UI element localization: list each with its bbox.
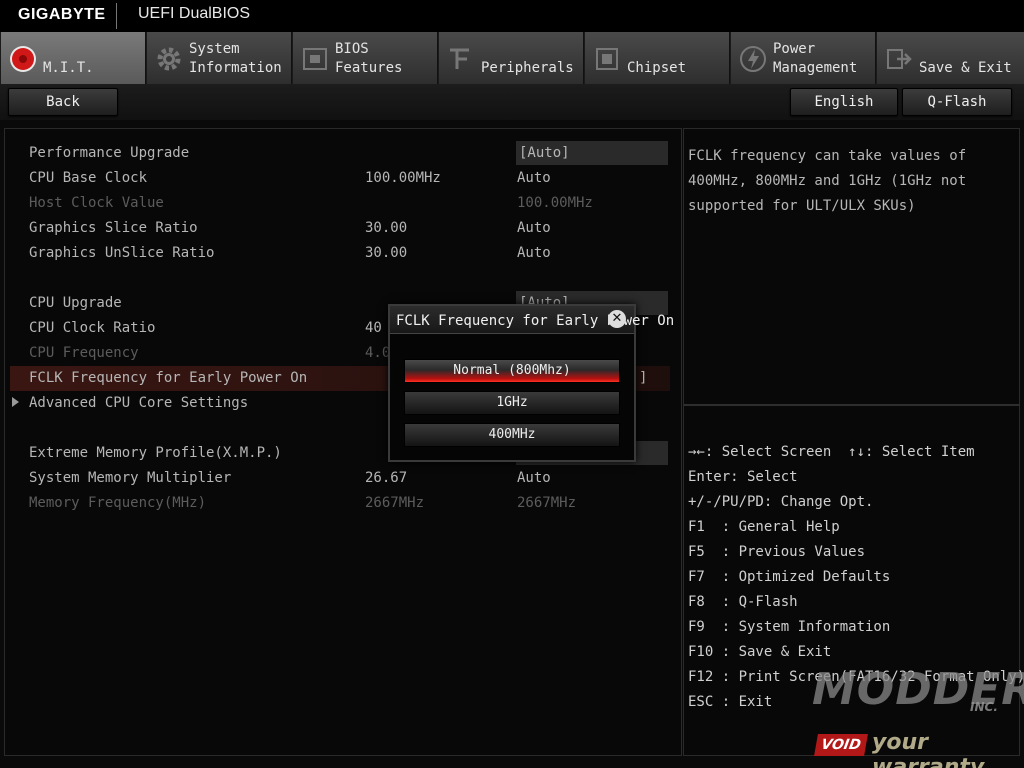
fclk-options-dialog: FCLK Frequency for Early Power On ✕ Norm…	[388, 304, 674, 462]
setting-label: Performance Upgrade	[29, 145, 190, 161]
dialog-title: FCLK Frequency for Early Power On	[396, 313, 675, 329]
setting-label: CPU Clock Ratio	[29, 320, 156, 336]
product-name: UEFI DualBIOS	[138, 5, 251, 22]
title-divider	[116, 3, 117, 29]
setting-graphics-slice-ratio[interactable]: Graphics Slice Ratio 30.00 Auto	[10, 216, 670, 241]
setting-label: CPU Upgrade	[29, 295, 122, 311]
setting-current-value: 30.00	[365, 220, 408, 236]
watermark-suffix: INC.	[970, 700, 998, 714]
main-tab-bar: M.I.T. System Information BIOS Features …	[0, 32, 1024, 84]
setting-label: Memory Frequency(MHz)	[29, 495, 207, 511]
setting-option-box[interactable]: [Auto]	[516, 141, 668, 165]
help-divider	[684, 404, 1020, 406]
setting-label: Host Clock Value	[29, 195, 164, 211]
setting-current-value: 2667MHz	[365, 495, 425, 511]
setting-option: 2667MHz	[517, 495, 577, 511]
language-button[interactable]: English	[790, 88, 898, 116]
setting-current-value: 40	[365, 320, 382, 336]
brand-logo: GIGABYTE	[18, 6, 106, 23]
key-hint: F9 : System Information	[688, 619, 891, 635]
setting-option: 100.00MHz	[517, 195, 593, 211]
bios-chip-icon	[303, 48, 327, 70]
setting-option: Auto	[517, 170, 551, 186]
setting-label: System Memory Multiplier	[29, 470, 232, 486]
tab-label: System Information	[189, 41, 282, 76]
chipset-icon	[596, 48, 618, 70]
tab-label: Peripherals	[481, 60, 574, 76]
tab-system-information[interactable]: System Information	[146, 32, 291, 84]
setting-current-value: 30.00	[365, 245, 408, 261]
tab-label: Save & Exit	[919, 60, 1012, 76]
exit-icon	[887, 49, 912, 69]
gear-icon	[157, 47, 181, 71]
setting-performance-upgrade[interactable]: Performance Upgrade [Auto]	[10, 141, 670, 166]
key-hint: →←: Select Screen ↑↓: Select Item	[688, 444, 975, 460]
setting-label: FCLK Frequency for Early Power On	[29, 370, 308, 386]
setting-option: Auto	[517, 470, 551, 486]
submenu-arrow-icon	[12, 397, 19, 407]
qflash-button[interactable]: Q-Flash	[902, 88, 1012, 116]
key-hint: +/-/PU/PD: Change Opt.	[688, 494, 874, 510]
back-button[interactable]: Back	[8, 88, 118, 116]
dialog-title-bar: FCLK Frequency for Early Power On	[390, 306, 674, 334]
setting-option: [Auto]	[519, 145, 570, 161]
title-bar: GIGABYTE UEFI DualBIOS	[0, 0, 1024, 32]
watermark-tagline: your warranty	[872, 730, 985, 768]
setting-current-value: 100.00MHz	[365, 170, 441, 186]
tab-label: BIOS Features	[335, 41, 403, 76]
tab-bios-features[interactable]: BIOS Features	[292, 32, 437, 84]
tab-label: Power Management	[773, 41, 858, 76]
setting-label: Graphics UnSlice Ratio	[29, 245, 215, 261]
option-1ghz[interactable]: 1GHz	[404, 391, 620, 415]
setting-graphics-unslice-ratio[interactable]: Graphics UnSlice Ratio 30.00 Auto	[10, 241, 670, 266]
setting-label: Graphics Slice Ratio	[29, 220, 198, 236]
key-hint: F5 : Previous Values	[688, 544, 866, 560]
setting-option: ]	[639, 370, 648, 386]
setting-label: CPU Frequency	[29, 345, 139, 361]
setting-host-clock-value: Host Clock Value 100.00MHz	[10, 191, 670, 216]
watermark-void-badge: VOID	[814, 734, 868, 756]
key-hint: Enter: Select	[688, 469, 798, 485]
help-description: FCLK frequency can take values of 400MHz…	[688, 148, 967, 214]
setting-memory-frequency: Memory Frequency(MHz) 2667MHz 2667MHz	[10, 491, 670, 516]
tab-chipset[interactable]: Chipset	[584, 32, 729, 84]
key-hint: F8 : Q-Flash	[688, 594, 798, 610]
close-icon[interactable]: ✕	[608, 310, 626, 328]
setting-cpu-base-clock[interactable]: CPU Base Clock 100.00MHz Auto	[10, 166, 670, 191]
tab-peripherals[interactable]: Peripherals	[438, 32, 583, 84]
setting-system-memory-multiplier[interactable]: System Memory Multiplier 26.67 Auto	[10, 466, 670, 491]
option-400mhz[interactable]: 400MHz	[404, 423, 620, 447]
setting-option: Auto	[517, 220, 551, 236]
setting-option: Auto	[517, 245, 551, 261]
option-normal-800mhz[interactable]: Normal (800Mhz)	[404, 359, 620, 383]
key-hint: F1 : General Help	[688, 519, 840, 535]
tab-power-management[interactable]: Power Management	[730, 32, 875, 84]
mit-icon	[10, 46, 36, 72]
power-icon	[740, 46, 766, 72]
tab-label: Chipset	[627, 60, 687, 76]
peripherals-icon	[450, 48, 469, 69]
tab-save-exit[interactable]: Save & Exit	[876, 32, 1024, 84]
key-hint: F7 : Optimized Defaults	[688, 569, 891, 585]
setting-current-value: 26.67	[365, 470, 408, 486]
setting-label: CPU Base Clock	[29, 170, 148, 186]
tab-label: M.I.T.	[43, 60, 94, 76]
setting-label: Advanced CPU Core Settings	[29, 395, 249, 411]
setting-label: Extreme Memory Profile(X.M.P.)	[29, 445, 282, 461]
tab-mit[interactable]: M.I.T.	[0, 32, 145, 84]
